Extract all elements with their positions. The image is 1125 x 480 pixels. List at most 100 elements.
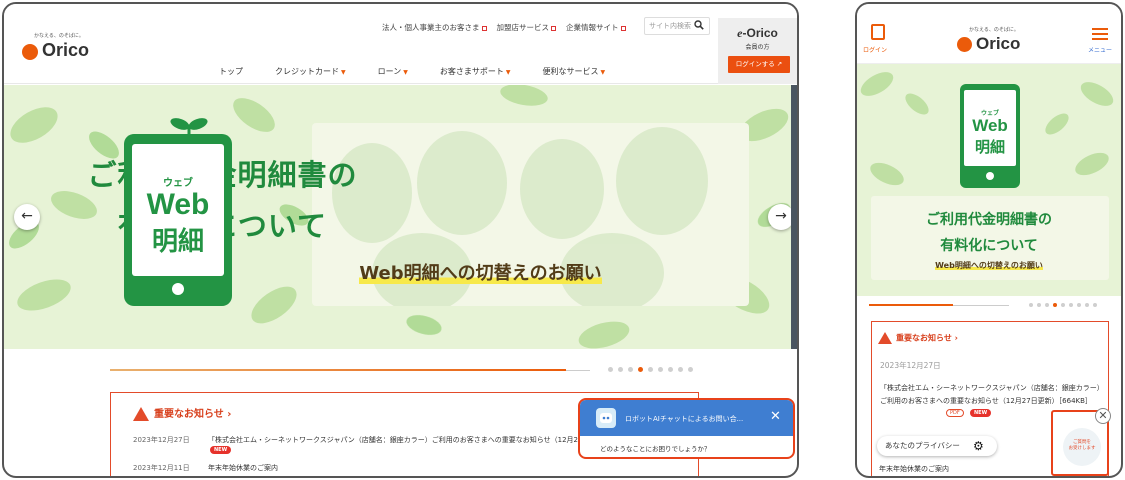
slider-dots [608, 367, 693, 372]
slider-dot[interactable] [1037, 303, 1041, 307]
new-badge: NEW [970, 409, 992, 417]
hero-scrollbar[interactable] [791, 85, 797, 349]
logo-name: Orico [42, 40, 90, 60]
mobile-chat-widget[interactable]: ご質問を お受けします ✕ [1051, 408, 1111, 476]
slider-dot[interactable] [1085, 303, 1089, 307]
login-button[interactable]: ログインする ↗ [728, 56, 790, 73]
nav-loan[interactable]: ローン ▼ [378, 66, 408, 77]
nav-support[interactable]: お客さまサポート ▼ [440, 66, 511, 77]
hero-banner[interactable]: ご利用代金明細書の 有料化について Web明細への切替えのお願い [4, 85, 797, 349]
mobile-menu-label[interactable]: メニュー [1088, 45, 1112, 54]
chevron-down-icon: ▼ [341, 69, 346, 76]
chat-header[interactable]: ロボットAIチャットによるお問い合... ✕ [580, 400, 793, 436]
slider-prev-button[interactable]: ← [14, 204, 40, 230]
mobile-hero-title-line2: 有料化について [940, 238, 1038, 254]
notice-date: 2023年12月27日 [880, 361, 941, 370]
notice-date: 2023年12月27日 [133, 436, 190, 444]
slider-dot[interactable] [1029, 303, 1033, 307]
logo-name: Orico [976, 34, 1021, 53]
member-label: 会員の方 [745, 44, 770, 51]
slider-dot[interactable] [608, 367, 613, 372]
robot-avatar-icon [596, 408, 616, 428]
phone-meisai: 明細 [974, 138, 1005, 156]
external-link-icon [551, 25, 556, 31]
utility-links: 法人・個人事業主のお客さま 加盟店サービス 企業情報サイト [382, 22, 626, 33]
e-orico-brand: e-Orico [737, 26, 778, 40]
nav-services[interactable]: 便利なサービス ▼ [542, 66, 605, 77]
desktop-view: かなえる、のそばに。 Orico 法人・個人事業主のお客さま 加盟店サービス 企… [2, 2, 799, 478]
slider-dot[interactable] [1053, 303, 1057, 307]
search-icon[interactable] [694, 20, 704, 30]
slider-dot[interactable] [638, 367, 643, 372]
slider-dot[interactable] [658, 367, 663, 372]
close-icon[interactable]: ✕ [770, 409, 781, 424]
util-link-corporate[interactable]: 企業情報サイト [566, 22, 626, 33]
notice-item[interactable]: 2023年12月27日 「株式会社エム・シーネットワークスジャパン（店舗名：銀座カ… [133, 435, 610, 445]
slider-dot[interactable] [1093, 303, 1097, 307]
chat-message: どのようなことにお困りでしょうか？ [600, 445, 711, 453]
phone-web: Web [146, 188, 210, 221]
external-link-icon [481, 25, 487, 31]
mobile-login-label[interactable]: ログイン [863, 45, 887, 54]
slider-dot[interactable] [688, 367, 693, 372]
main-nav: トップ クレジットカード ▼ ローン ▼ お客さまサポート ▼ 便利なサービス ▼ [219, 66, 637, 77]
login-door-icon[interactable] [871, 24, 885, 40]
notice-date: 2023年12月11日 [133, 464, 190, 472]
logo-tagline: かなえる、のそばに。 [969, 27, 1019, 33]
privacy-button[interactable]: あなたのプライバシー ⚙ [877, 436, 997, 456]
notice-text: 年末年始休業のご案内 [208, 464, 278, 472]
util-link-business[interactable]: 法人・個人事業主のお客さま [382, 22, 487, 33]
slider-dot[interactable] [618, 367, 623, 372]
hero-subtitle: Web明細への切替えのお願い [359, 263, 602, 284]
slider-dot[interactable] [1045, 303, 1049, 307]
web-meisai-phone-illustration: ウェブ Web 明細 [124, 134, 232, 306]
slider-dot[interactable] [1069, 303, 1073, 307]
slider-dot[interactable] [1061, 303, 1065, 307]
warning-icon [133, 407, 149, 421]
util-link-merchant[interactable]: 加盟店サービス [497, 22, 556, 33]
nav-credit-card[interactable]: クレジットカード ▼ [275, 66, 346, 77]
site-header: かなえる、のそばに。 Orico 法人・個人事業主のお客さま 加盟店サービス 企… [4, 4, 797, 84]
slider-dot[interactable] [628, 367, 633, 372]
hamburger-menu-icon[interactable] [1092, 28, 1108, 40]
slider-dots [1029, 303, 1097, 307]
notice-item[interactable]: 2023年12月11日 年末年始休業のご案内 [133, 463, 278, 473]
logo-dot [22, 44, 38, 60]
year-end-notice[interactable]: 年末年始休業のご案内 [879, 464, 949, 474]
slider-progress-fill [110, 369, 566, 371]
arrow-right-icon: → [775, 208, 787, 224]
phone-web: Web [972, 116, 1008, 135]
warning-icon [878, 332, 892, 344]
phone-kana: ウェブ [163, 178, 193, 189]
arrow-left-icon: ← [21, 208, 33, 224]
phone-home-button [986, 172, 994, 180]
notice-heading[interactable]: 重要なお知らせ › [133, 405, 231, 421]
member-box: e-Orico 会員の方 ログインする ↗ [718, 18, 797, 84]
slider-dot[interactable] [678, 367, 683, 372]
phone-screen: ウェブ Web 明細 [132, 144, 224, 276]
slider-dot[interactable] [648, 367, 653, 372]
close-icon[interactable]: ✕ [1095, 408, 1111, 424]
slider-dot[interactable] [1077, 303, 1081, 307]
mobile-hero-subtitle: Web明細への切替えのお願い [935, 261, 1043, 270]
chevron-down-icon: ▼ [600, 69, 606, 76]
chat-title: ロボットAIチャットによるお問い合... [625, 415, 744, 423]
notice-text: 「株式会社エム・シーネットワークスジャパン（店舗名：銀座カラー）ご利用のお客さま… [208, 436, 611, 444]
notice-heading[interactable]: 重要なお知らせ › [878, 332, 958, 344]
mobile-hero-title-line1: ご利用代金明細書の [926, 212, 1052, 228]
ai-chat-widget[interactable]: ロボットAIチャットによるお問い合... ✕ どのようなことにお困りでしょうか？ [578, 398, 795, 459]
mobile-header: ログイン かなえる、のそばに。 Orico メニュー [857, 4, 1121, 64]
logo-tagline: かなえる、のそばに。 [34, 33, 84, 39]
nav-top[interactable]: トップ [219, 66, 243, 77]
chat-prompt: ご質問を お受けします [1068, 440, 1096, 451]
gear-icon: ⚙ [973, 439, 984, 453]
scrollbar-thumb[interactable] [791, 85, 797, 349]
new-badge: NEW [210, 446, 232, 454]
mobile-view: ログイン かなえる、のそばに。 Orico メニュー ウェブ Web 明細 ご利… [855, 2, 1123, 478]
notice-text[interactable]: 「株式会社エム・シーネットワークスジャパン（店舗名：銀座カラー）ご利用のお客さま… [880, 382, 1104, 408]
external-link-icon [620, 25, 626, 31]
pdf-badge: PDF [946, 409, 964, 417]
slider-dot[interactable] [668, 367, 673, 372]
slider-progress-fill [869, 304, 953, 306]
logo-dot [957, 37, 972, 52]
